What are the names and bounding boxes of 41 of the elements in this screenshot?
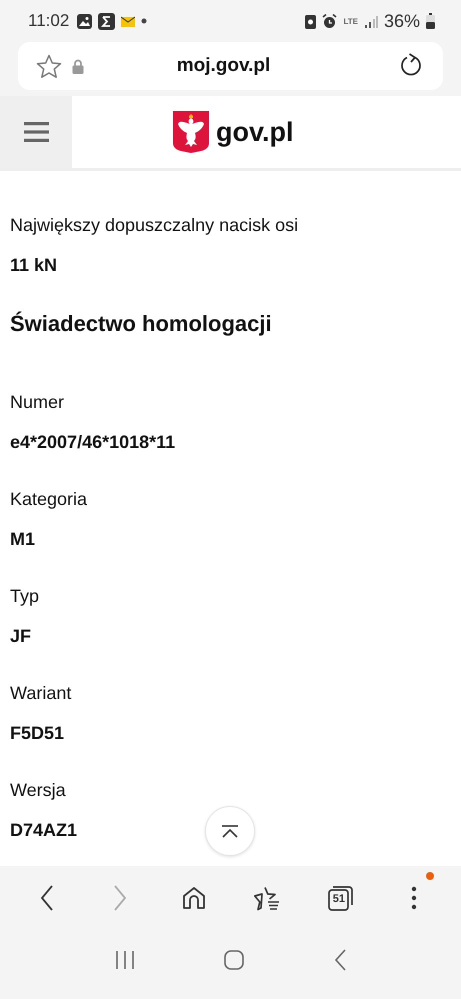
menu-button[interactable] xyxy=(0,96,72,168)
chevron-up-icon xyxy=(221,824,239,838)
battery-saver-icon xyxy=(305,14,316,28)
network-type: LTE xyxy=(343,16,358,26)
section-heading: Świadectwo homologacji xyxy=(10,310,273,338)
field-value: e4*2007/46*1018*11 xyxy=(10,431,176,454)
field-value: D74AZ1 xyxy=(10,819,78,842)
field-label: Wersja xyxy=(10,779,66,802)
field-label: Największy dopuszczalny nacisk osi xyxy=(10,214,298,237)
back-icon[interactable] xyxy=(40,885,54,911)
menu-icon xyxy=(24,122,48,142)
field-value: F5D51 xyxy=(10,722,64,745)
field-label: Typ xyxy=(10,585,40,608)
more-icon[interactable] xyxy=(411,886,418,910)
recent-apps-icon[interactable] xyxy=(114,950,135,968)
star-icon[interactable] xyxy=(36,54,62,78)
tabs-icon[interactable] xyxy=(328,885,354,911)
lock-icon xyxy=(72,58,84,74)
field-label: Numer xyxy=(10,391,64,414)
battery-level: 36% xyxy=(384,10,420,32)
field-label: Kategoria xyxy=(10,488,88,511)
clock-time: 11:02 xyxy=(28,11,70,31)
field-value: JF xyxy=(10,625,32,648)
home-button-icon[interactable] xyxy=(224,950,244,970)
image-icon xyxy=(77,14,92,28)
field-value: M1 xyxy=(10,528,36,551)
field-value: 11 kN xyxy=(10,254,58,277)
back-button-icon[interactable] xyxy=(334,948,346,970)
signal-icon xyxy=(364,14,378,28)
url-text: moj.gov.pl xyxy=(176,55,272,77)
site-logo-text[interactable]: gov.pl xyxy=(216,116,294,148)
scroll-top-button[interactable] xyxy=(205,806,255,856)
field-label: Wariant xyxy=(10,682,72,705)
address-bar[interactable]: moj.gov.pl xyxy=(18,42,443,90)
sigma-icon xyxy=(98,12,116,30)
dot-icon xyxy=(141,18,148,24)
battery-icon xyxy=(426,13,435,29)
envelope-icon xyxy=(121,15,136,27)
eagle-emblem-icon xyxy=(173,111,209,153)
home-icon[interactable] xyxy=(182,886,206,910)
alarm-icon xyxy=(322,14,338,28)
